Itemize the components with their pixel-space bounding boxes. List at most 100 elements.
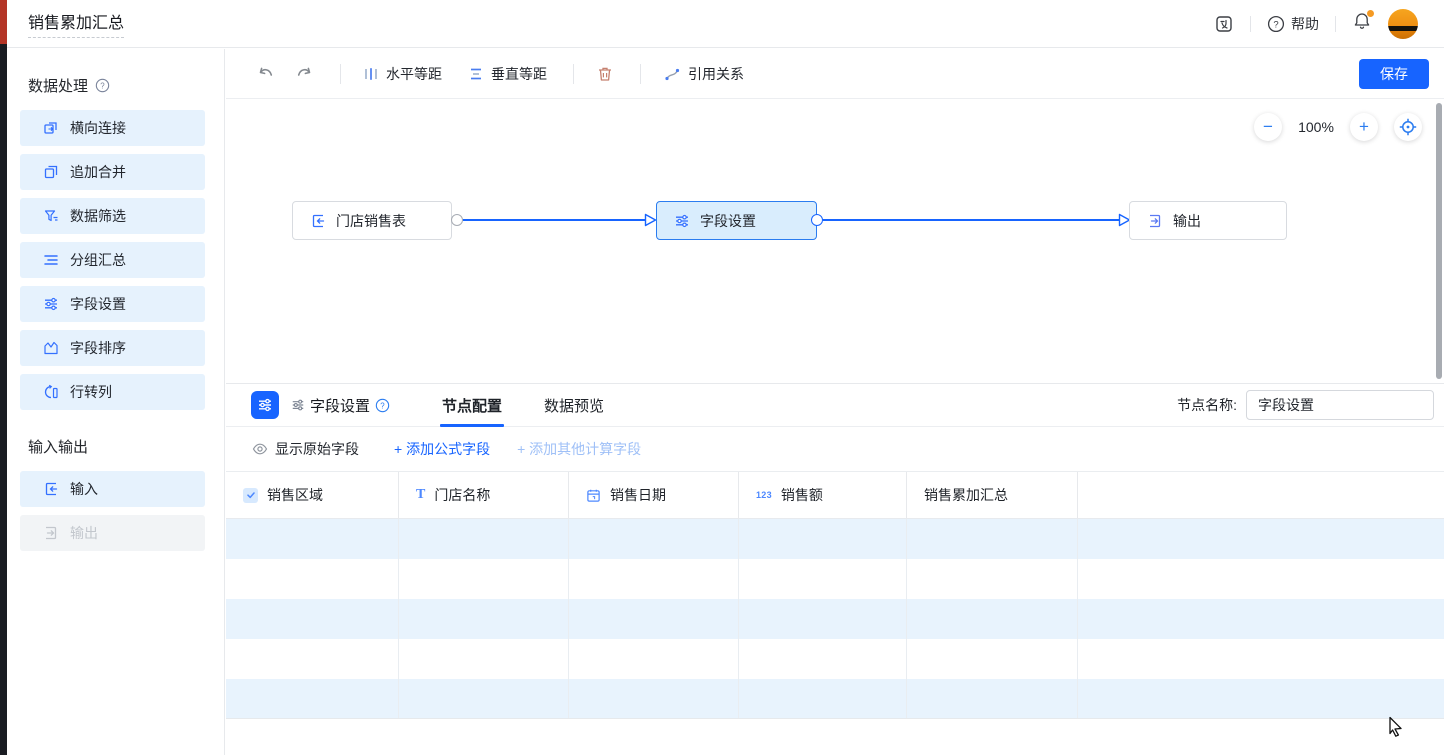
sidebar-section-title: 数据处理 [28, 75, 88, 96]
help-icon[interactable]: ? [95, 78, 110, 93]
table-row [226, 559, 1444, 599]
column-header-store-name[interactable]: T 门店名称 [398, 472, 568, 518]
page-title[interactable]: 销售累加汇总 [28, 9, 124, 38]
column-header-cumulative-total[interactable]: 销售累加汇总 [906, 472, 1077, 518]
divider [1335, 16, 1336, 32]
sidebar-item-label: 追加合并 [70, 162, 126, 182]
vertical-spacing-label: 垂直等距 [491, 64, 547, 84]
undo-button[interactable] [256, 64, 276, 84]
text-type-icon: T [416, 488, 425, 502]
divider [1250, 16, 1251, 32]
add-formula-field-button[interactable]: + 添加公式字段 [394, 439, 490, 459]
add-other-calc-field-button: + 添加其他计算字段 [517, 439, 641, 459]
date-type-icon [586, 488, 601, 503]
column-header-sales-amount[interactable]: 123 销售额 [738, 472, 906, 518]
group-summary-icon [43, 252, 59, 268]
save-button[interactable]: 保存 [1359, 59, 1429, 89]
vertical-spacing-icon [468, 66, 484, 82]
avatar[interactable] [1388, 9, 1418, 39]
table-cell [1077, 519, 1444, 559]
horizontal-spacing-button[interactable]: 水平等距 [363, 64, 442, 84]
sidebar-item-field-sort[interactable]: 字段排序 [20, 330, 205, 366]
table-cell [568, 559, 738, 599]
tab-node-config[interactable]: 节点配置 [442, 384, 502, 427]
sidebar-item-label: 字段设置 [70, 294, 126, 314]
node-config-panel: 字段设置 ? 节点配置 数据预览 节点名称: 显示原始 [226, 383, 1444, 755]
screen-edge-strip [0, 0, 7, 755]
output-icon [43, 525, 59, 541]
input-icon [310, 213, 326, 229]
panel-node-type-label: 字段设置 [310, 395, 370, 416]
table-cell [906, 639, 1077, 679]
help-button[interactable]: ? 帮助 [1267, 14, 1319, 34]
node-name-label: 节点名称: [1177, 395, 1237, 415]
filter-icon [43, 208, 59, 224]
sidebar-item-append-merge[interactable]: 追加合并 [20, 154, 205, 190]
flow-node-output[interactable]: 输出 [1129, 201, 1287, 240]
horizontal-spacing-label: 水平等距 [386, 64, 442, 84]
docs-icon[interactable] [1214, 14, 1234, 34]
table-cell [738, 639, 906, 679]
flow-canvas[interactable]: − 100% + 门店销售表 [226, 100, 1444, 383]
table-cell [226, 679, 398, 718]
redo-button[interactable] [294, 64, 314, 84]
notifications-button[interactable] [1352, 11, 1372, 36]
table-cell [568, 519, 738, 559]
table-cell [906, 559, 1077, 599]
table-cell [906, 599, 1077, 639]
row-to-column-icon [43, 384, 59, 400]
table-row [226, 679, 1444, 719]
sidebar-item-row-to-column[interactable]: 行转列 [20, 374, 205, 410]
zoom-in-button[interactable]: + [1350, 113, 1378, 141]
zoom-out-button[interactable]: − [1254, 113, 1282, 141]
flow-node-field-settings[interactable]: 字段设置 [656, 201, 817, 240]
help-label: 帮助 [1291, 14, 1319, 34]
divider [573, 64, 574, 84]
reference-relation-button[interactable]: 引用关系 [663, 64, 744, 84]
field-settings-icon [257, 397, 273, 413]
node-name-input[interactable] [1246, 390, 1434, 420]
sidebar-item-data-filter[interactable]: 数据筛选 [20, 198, 205, 234]
column-label: 销售额 [781, 485, 823, 505]
field-settings-node-icon [251, 391, 279, 419]
reference-relation-label: 引用关系 [688, 64, 744, 84]
sidebar-item-input[interactable]: 输入 [20, 471, 205, 507]
sidebar-item-join-horizontal[interactable]: 横向连接 [20, 110, 205, 146]
table-cell [738, 559, 906, 599]
join-horizontal-icon [43, 120, 59, 136]
divider [640, 64, 641, 84]
top-bar: 销售累加汇总 ? 帮助 [0, 0, 1444, 48]
crosshair-icon [1398, 117, 1418, 137]
canvas-scrollbar[interactable] [1436, 103, 1442, 379]
fit-view-button[interactable] [1394, 113, 1422, 141]
help-icon[interactable]: ? [375, 398, 390, 413]
redo-icon [294, 64, 314, 84]
column-label: 门店名称 [434, 485, 490, 505]
docs-icon [1214, 14, 1234, 34]
sidebar-item-group-summary[interactable]: 分组汇总 [20, 242, 205, 278]
vertical-spacing-button[interactable]: 垂直等距 [468, 64, 547, 84]
flow-edge [823, 219, 1119, 221]
sidebar: 数据处理 ? 横向连接 追加合并 数据筛选 分组汇总 [0, 49, 225, 755]
zoom-level: 100% [1298, 119, 1334, 135]
column-label: 销售日期 [610, 485, 666, 505]
field-settings-icon [674, 213, 690, 229]
sidebar-item-label: 字段排序 [70, 338, 126, 358]
show-original-fields-toggle[interactable]: 显示原始字段 [252, 439, 359, 459]
trash-icon [596, 65, 614, 83]
flow-node-input-table[interactable]: 门店销售表 [292, 201, 452, 240]
sidebar-item-field-settings[interactable]: 字段设置 [20, 286, 205, 322]
table-cell [226, 599, 398, 639]
column-label: 销售区域 [267, 485, 323, 505]
show-original-fields-label: 显示原始字段 [275, 439, 359, 459]
tab-data-preview[interactable]: 数据预览 [544, 384, 604, 427]
column-header-region[interactable]: 销售区域 [226, 472, 398, 518]
sidebar-section-title: 输入输出 [28, 436, 88, 457]
table-cell [226, 519, 398, 559]
node-output-port[interactable] [811, 214, 823, 226]
delete-button[interactable] [596, 65, 614, 83]
select-type-icon [243, 488, 258, 503]
panel-header: 字段设置 ? 节点配置 数据预览 节点名称: [226, 384, 1444, 427]
column-header-sale-date[interactable]: 销售日期 [568, 472, 738, 518]
node-output-port[interactable] [451, 214, 463, 226]
